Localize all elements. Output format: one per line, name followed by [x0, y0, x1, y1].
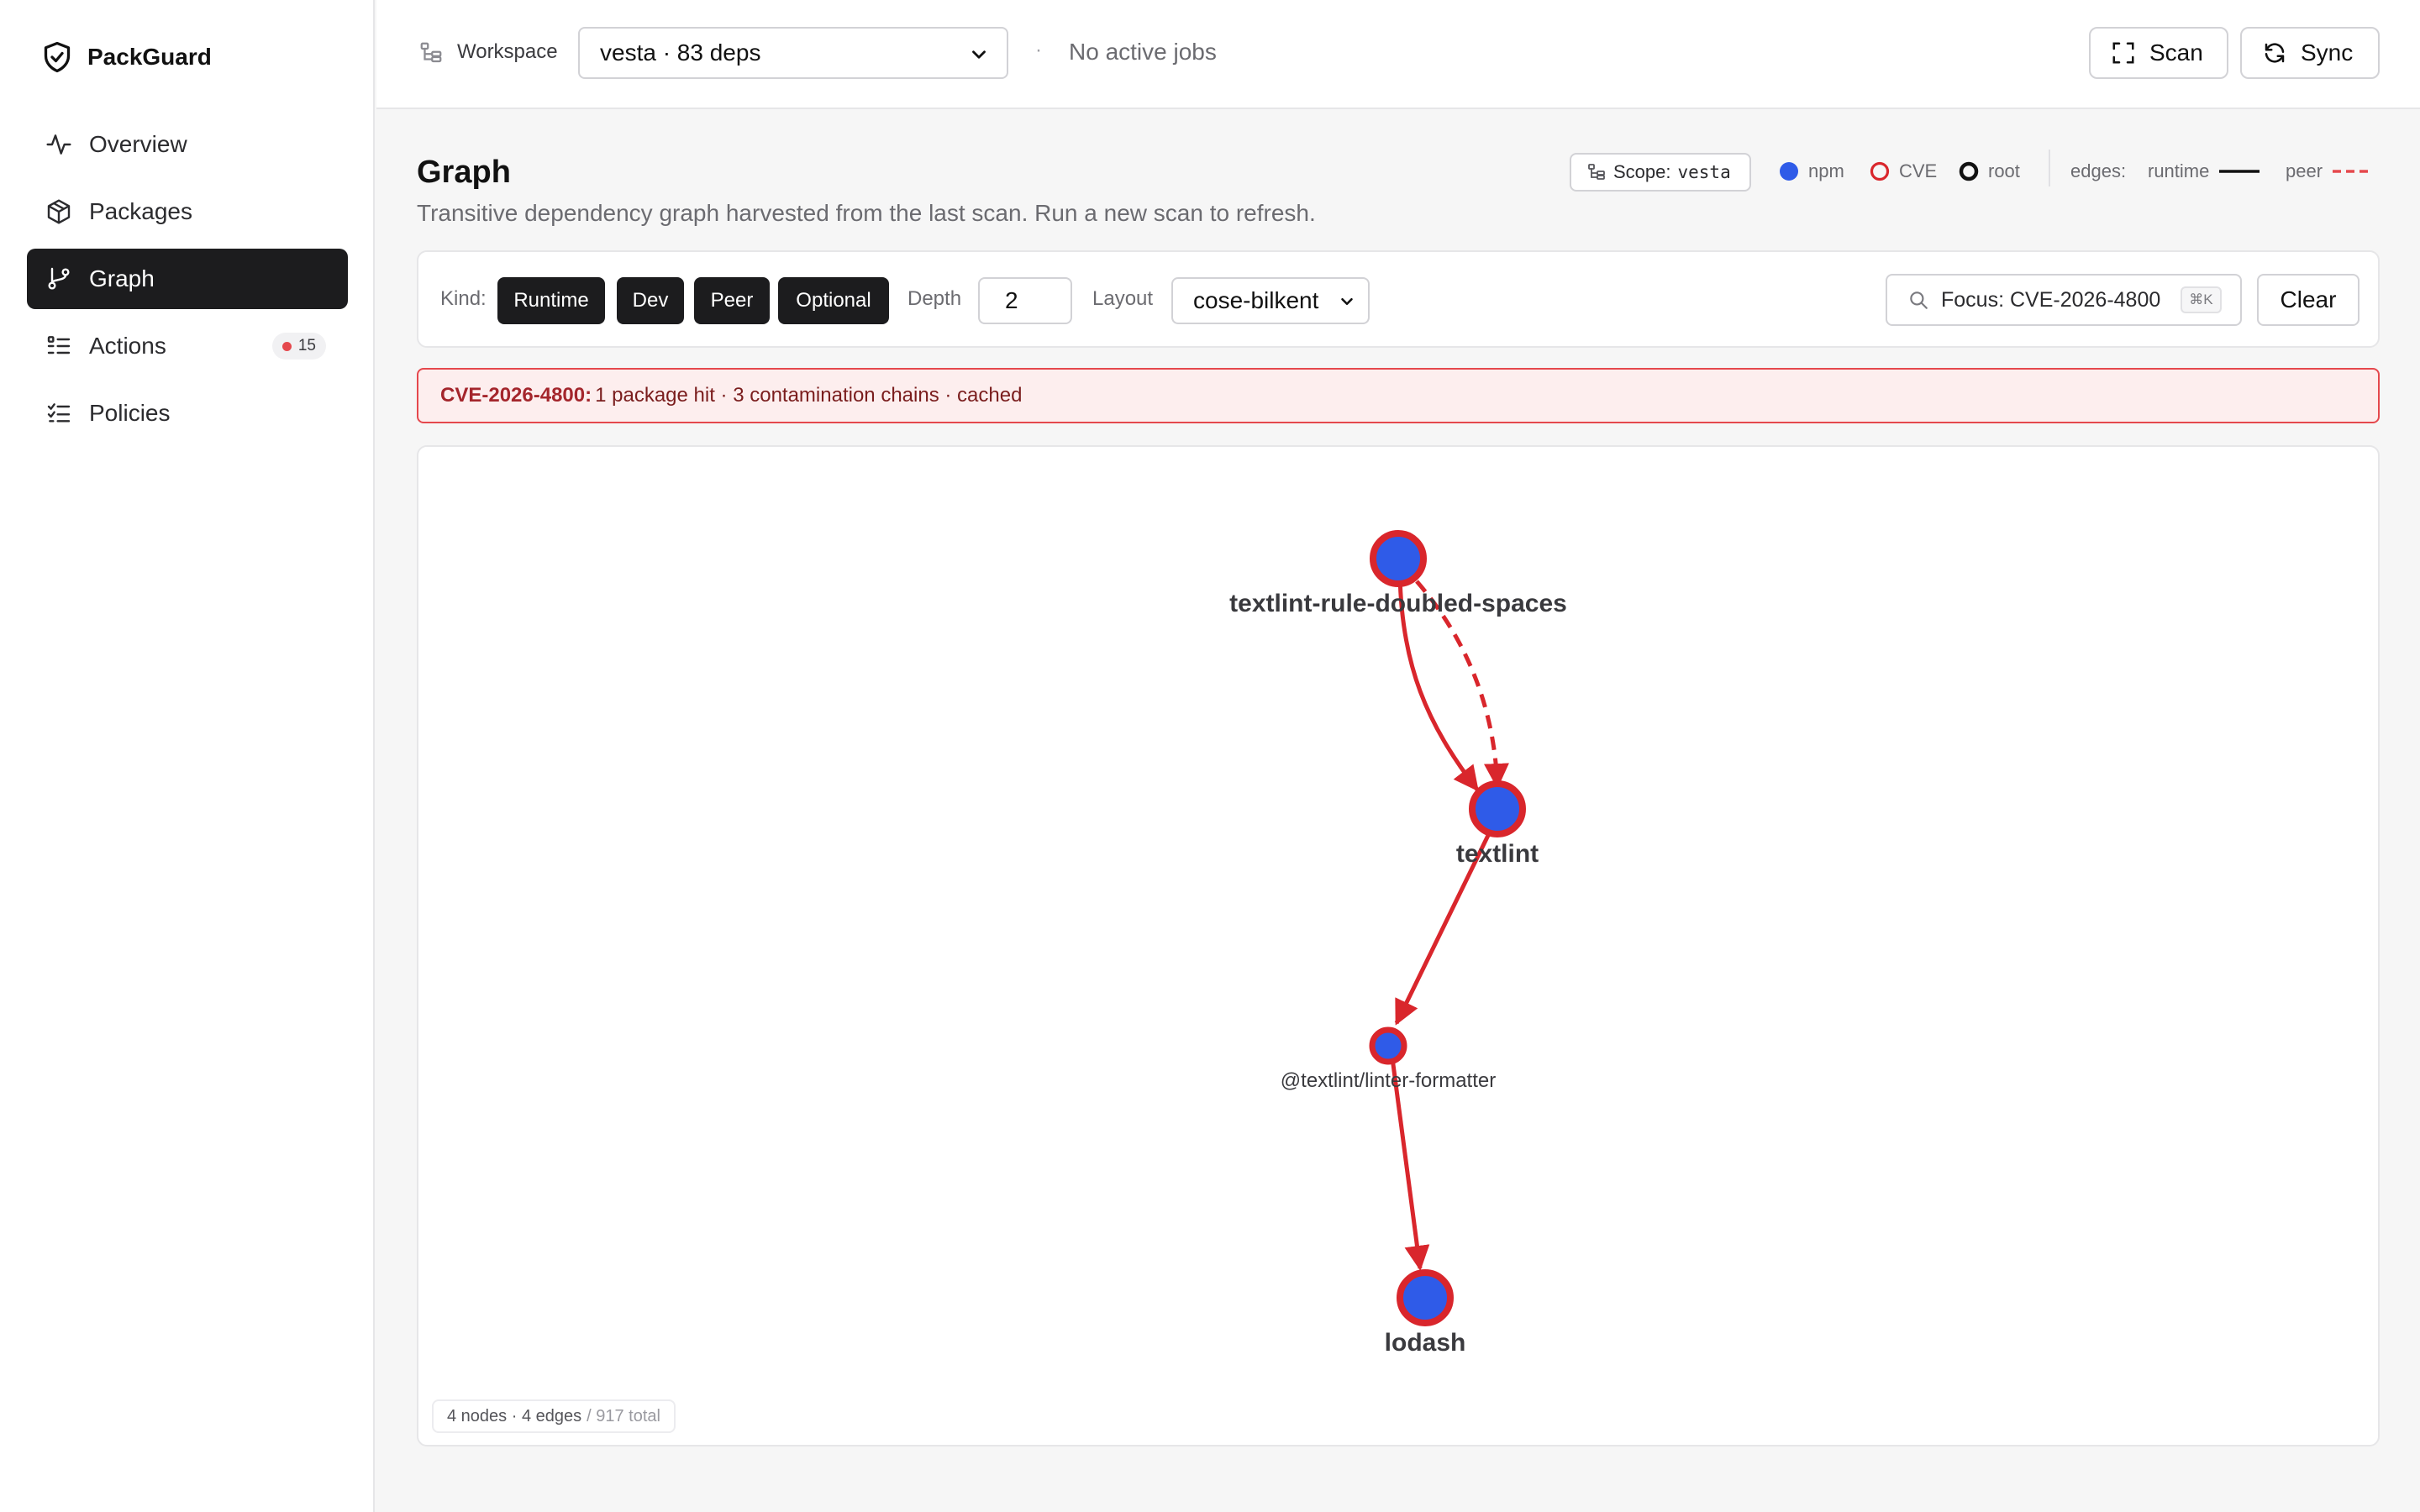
node-label: lodash — [1385, 1329, 1466, 1357]
sidebar: PackGuard Overview Packages Graph Action… — [0, 0, 375, 1512]
list-checks-icon — [47, 403, 71, 423]
chevron-down-icon — [972, 50, 986, 59]
kind-chip-optional[interactable]: Optional — [778, 277, 889, 324]
refresh-icon — [2265, 43, 2285, 63]
legend-root-label: root — [1988, 160, 2020, 181]
workspace-value: vesta · 83 deps — [600, 39, 761, 66]
depth-label: Depth — [908, 287, 962, 310]
page-subtitle: Transitive dependency graph harvested fr… — [417, 200, 1316, 226]
focus-value: Focus: CVE-2026-4800 — [1941, 287, 2161, 312]
package-icon — [47, 199, 71, 224]
focus-search-input[interactable]: Focus: CVE-2026-4800 ⌘K — [1886, 274, 2242, 326]
kind-chip-dev[interactable]: Dev — [617, 277, 684, 324]
jobs-status: No active jobs — [1069, 39, 1217, 65]
clear-button[interactable]: Clear — [2257, 274, 2360, 326]
legend-cve-label: CVE — [1899, 160, 1938, 181]
legend-root: root — [1958, 156, 2020, 186]
sidebar-item-label: Policies — [89, 400, 171, 426]
scan-button[interactable]: Scan — [2089, 27, 2228, 79]
graph-toolbar: Kind: Runtime Dev Peer Optional Depth 2 … — [417, 250, 2380, 348]
sidebar-item-policies[interactable]: Policies — [27, 383, 348, 444]
graph-node[interactable]: @textlint/linter-formatter — [1281, 1026, 1496, 1092]
npm-dot-icon — [1780, 162, 1798, 181]
git-branch-icon — [48, 267, 70, 290]
node-label: textlint-rule-doubled-spaces — [1229, 590, 1567, 617]
depth-input[interactable]: 2 — [978, 277, 1072, 324]
dependency-graph[interactable]: textlint-rule-doubled-spaces textlint @t… — [418, 447, 2380, 1446]
sidebar-item-graph[interactable]: Graph — [27, 249, 348, 309]
alert-message: 1 package hit · 3 contamination chains ·… — [595, 384, 1023, 407]
search-icon — [1910, 291, 1928, 309]
root-ring-icon — [1959, 161, 1979, 181]
sidebar-item-label: Actions — [89, 333, 166, 359]
sidebar-item-packages[interactable]: Packages — [27, 181, 348, 242]
separator-dot: · — [1035, 39, 1042, 61]
graph-stats-count: 4 nodes · 4 edges — [447, 1406, 582, 1425]
shield-logo-icon — [44, 41, 71, 73]
list-icon — [47, 336, 71, 354]
layout-select[interactable]: cose-bilkent — [1171, 277, 1370, 324]
legend-peer-label: peer — [2286, 160, 2323, 181]
sidebar-item-overview[interactable]: Overview — [27, 114, 348, 175]
scope-label: Scope: — [1613, 161, 1671, 182]
page-title: Graph — [417, 155, 511, 190]
workspace-tree-icon — [1588, 164, 1605, 180]
legend-edges: edges: — [2070, 156, 2126, 186]
graph-stats-total: / 917 total — [587, 1406, 660, 1425]
sync-label: Sync — [2301, 39, 2354, 66]
node-label: @textlint/linter-formatter — [1281, 1069, 1496, 1092]
node-label: textlint — [1456, 840, 1539, 868]
chevron-down-icon — [1341, 297, 1353, 306]
workspace-tree-icon — [420, 42, 442, 63]
legend-divider — [2049, 150, 2050, 186]
kind-chip-runtime[interactable]: Runtime — [497, 277, 605, 324]
actions-count-badge: 15 — [271, 333, 326, 360]
legend-npm: npm — [1778, 156, 1844, 186]
graph-canvas[interactable]: textlint-rule-doubled-spaces textlint @t… — [417, 445, 2380, 1446]
scan-icon — [2112, 42, 2134, 64]
peer-dashed-line-icon — [2333, 170, 2374, 173]
sidebar-item-label: Graph — [89, 265, 155, 291]
scan-label: Scan — [2149, 39, 2203, 66]
alert-cve-id: CVE-2026-4800: — [440, 384, 592, 407]
sidebar-item-label: Overview — [89, 131, 187, 157]
layout-label: Layout — [1092, 287, 1154, 310]
scope-value: vesta — [1677, 162, 1731, 182]
topbar: Workspace vesta · 83 deps · No active jo… — [376, 0, 2420, 109]
graph-stats: 4 nodes · 4 edges / 917 total — [432, 1399, 676, 1433]
sidebar-item-actions[interactable]: Actions 15 — [27, 316, 348, 376]
graph-node[interactable]: lodash — [1385, 1269, 1466, 1357]
legend-edges-label: edges: — [2070, 160, 2127, 181]
brand-name: PackGuard — [87, 44, 212, 70]
kind-label: Kind: — [440, 287, 487, 310]
kind-chip-peer[interactable]: Peer — [694, 277, 770, 324]
workspace-select[interactable]: vesta · 83 deps — [578, 27, 1008, 79]
cve-ring-icon — [1870, 161, 1890, 181]
badge-count: 15 — [297, 337, 316, 354]
sidebar-nav: Overview Packages Graph Actions 15 Polic… — [27, 114, 348, 450]
legend-runtime-label: runtime — [2148, 160, 2210, 181]
brand[interactable]: PackGuard — [42, 40, 212, 74]
depth-value: 2 — [1005, 287, 1018, 313]
shortcut-hint: ⌘K — [2181, 286, 2222, 313]
layout-value: cose-bilkent — [1193, 287, 1319, 313]
runtime-line-icon — [2219, 170, 2260, 173]
activity-icon — [46, 134, 71, 155]
legend-npm-label: npm — [1808, 160, 1844, 181]
sidebar-item-label: Packages — [89, 198, 192, 224]
sync-button[interactable]: Sync — [2240, 27, 2380, 79]
cve-alert-banner: CVE-2026-4800: 1 package hit · 3 contami… — [417, 368, 2380, 423]
scope-chip: Scope: vesta — [1570, 153, 1751, 192]
legend-peer: peer — [2286, 156, 2375, 186]
alert-dot-icon — [281, 341, 292, 351]
legend-runtime: runtime — [2148, 156, 2261, 186]
graph-node[interactable]: textlint-rule-doubled-spaces — [1229, 530, 1567, 617]
workspace-label: Workspace — [457, 40, 558, 63]
legend-cve: CVE — [1869, 156, 1937, 186]
graph-node[interactable]: textlint — [1456, 780, 1539, 868]
